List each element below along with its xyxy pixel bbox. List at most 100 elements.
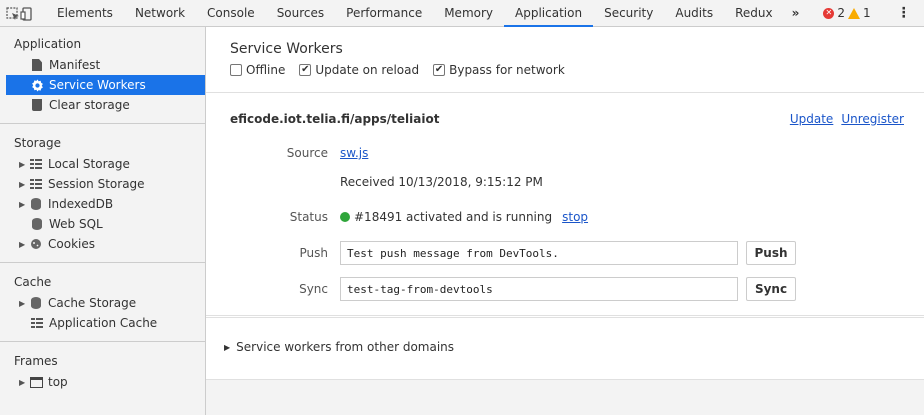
sync-button[interactable]: Sync [746,277,796,301]
bypass-for-network-checkbox[interactable]: ✔ [433,64,446,76]
inspect-element-icon[interactable] [6,0,20,27]
sync-input[interactable] [340,277,738,301]
tab-application[interactable]: Application [504,0,594,27]
grid-icon [29,177,43,191]
tab-elements[interactable]: Elements [46,0,124,26]
more-tabs-button[interactable]: » [784,0,808,26]
received-timestamp: Received 10/13/2018, 9:15:12 PM [340,175,543,189]
document-icon [30,58,44,72]
unregister-link[interactable]: Unregister [841,112,904,126]
offline-label: Offline [246,63,286,77]
sidebar-item-manifest[interactable]: Manifest [0,55,205,75]
warning-count: 1 [863,6,871,20]
sidebar-item-label: Manifest [49,58,101,72]
gear-icon [30,78,44,92]
sidebar-item-application-cache[interactable]: Application Cache [0,313,205,333]
tab-audits[interactable]: Audits [664,0,724,26]
update-on-reload-checkbox[interactable]: ✔ [299,64,312,76]
warning-icon [848,7,861,19]
update-on-reload-option[interactable]: ✔ Update on reload [299,63,419,77]
bypass-for-network-label: Bypass for network [449,63,565,77]
offline-option[interactable]: Offline [230,63,285,77]
offline-checkbox[interactable] [230,64,242,76]
sidebar-item-local-storage[interactable]: ▶ Local Storage [0,154,205,174]
cookie-icon [29,237,43,251]
sidebar-divider [0,262,205,263]
sidebar-item-indexeddb[interactable]: ▶ IndexedDB [0,194,205,214]
status-row: Status #18491 activated and is running s… [206,210,924,224]
error-icon: ✕ [823,7,835,19]
sidebar-item-session-storage[interactable]: ▶ Session Storage [0,174,205,194]
expand-arrow-icon[interactable]: ▶ [19,160,29,169]
push-label: Push [299,246,329,260]
grid-icon [30,316,44,330]
sidebar-heading-application: Application [14,37,82,51]
sidebar-item-web-sql[interactable]: Web SQL [0,214,205,234]
sidebar-item-label: Web SQL [49,217,103,231]
sidebar-item-cookies[interactable]: ▶ Cookies [0,234,205,254]
sidebar-item-label: Service Workers [49,78,146,92]
frame-icon [29,375,43,389]
service-worker-options: Offline ✔ Update on reload ✔ Bypass for … [230,63,924,77]
database-icon [29,197,43,211]
status-label: Status [289,210,328,224]
stop-link[interactable]: stop [562,210,588,224]
other-domains-section: ▶ Service workers from other domains [206,317,924,379]
sidebar-heading-frames: Frames [14,354,58,368]
other-domains-label: Service workers from other domains [236,340,455,354]
issue-counters[interactable]: ✕ 2 1 [817,0,876,26]
sync-label: Sync [299,282,328,296]
push-button[interactable]: Push [746,241,796,265]
tab-sources[interactable]: Sources [266,0,335,26]
sidebar-item-label: Application Cache [49,316,158,330]
service-worker-entry: eficode.iot.telia.fi/apps/teliaiot Updat… [206,93,924,316]
panel-header: Service Workers Offline ✔ Update on relo… [206,27,924,93]
source-label: Source [286,146,328,160]
sidebar-item-clear-storage[interactable]: Clear storage [0,95,205,115]
tab-console[interactable]: Console [196,0,266,26]
sidebar-item-service-workers[interactable]: Service Workers [6,75,205,95]
update-link[interactable]: Update [790,112,833,126]
service-workers-panel: Service Workers Offline ✔ Update on relo… [206,27,924,415]
customize-menu-icon[interactable]: ⋮ [889,0,919,26]
tab-security[interactable]: Security [593,0,664,26]
source-link[interactable]: sw.js [340,146,368,160]
sidebar-item-label: Cache Storage [48,296,137,310]
push-row: Push Push [206,241,924,265]
expand-arrow-icon[interactable]: ▶ [19,200,29,209]
worker-actions: Update Unregister [790,112,904,126]
database-icon [30,217,44,231]
panel-footer [206,379,924,415]
tab-redux[interactable]: Redux [724,0,784,26]
close-icon[interactable]: ✕ [919,0,924,26]
tab-memory[interactable]: Memory [433,0,504,26]
sidebar: Application Manifest Service Workers Cle… [0,27,206,415]
expand-arrow-icon[interactable]: ▶ [19,299,29,308]
tab-network[interactable]: Network [124,0,196,26]
sidebar-item-frame-top[interactable]: ▶ top [0,372,205,392]
database-icon [29,296,43,310]
sidebar-item-label: Clear storage [49,98,130,112]
source-row: Source sw.js [206,146,924,160]
sidebar-heading-storage: Storage [14,136,61,150]
expand-arrow-icon[interactable]: ▶ [19,240,29,249]
worker-origin: eficode.iot.telia.fi/apps/teliaiot [230,112,440,126]
push-input[interactable] [340,241,738,265]
sidebar-item-label: IndexedDB [48,197,114,211]
expand-arrow-icon[interactable]: ▶ [224,343,230,352]
page-title: Service Workers [230,41,343,57]
expand-arrow-icon[interactable]: ▶ [19,180,29,189]
status-text: #18491 activated and is running [354,210,553,224]
sidebar-divider [0,341,205,342]
grid-icon [29,157,43,171]
tab-performance[interactable]: Performance [335,0,433,26]
sidebar-divider [0,123,205,124]
expand-arrow-icon[interactable]: ▶ [19,378,29,387]
sidebar-item-label: Local Storage [48,157,130,171]
sidebar-item-label: Cookies [48,237,95,251]
error-count: 2 [837,6,846,20]
other-domains-toggle[interactable]: ▶ Service workers from other domains [224,340,454,354]
device-toolbar-icon[interactable] [20,0,34,27]
sidebar-item-cache-storage[interactable]: ▶ Cache Storage [0,293,205,313]
bypass-for-network-option[interactable]: ✔ Bypass for network [433,63,565,77]
